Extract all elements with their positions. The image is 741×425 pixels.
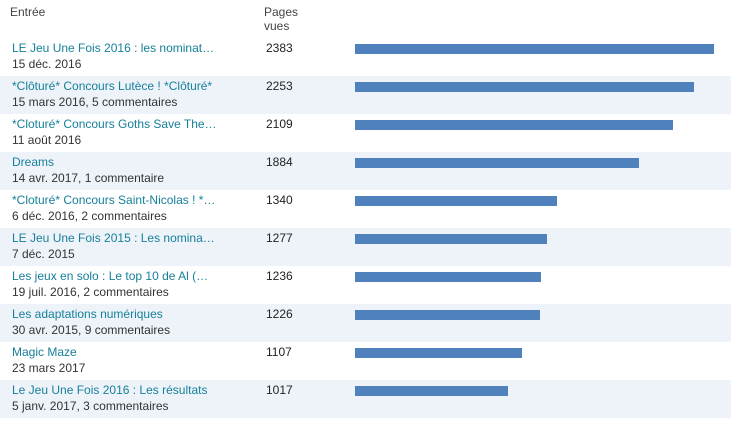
stats-table: LE Jeu Une Fois 2016 : les nominat… 15 dé… [0, 38, 731, 418]
table-row: LE Jeu Une Fois 2016 : les nominat… 15 dé… [0, 38, 731, 76]
post-meta: 7 déc. 2015 [12, 247, 75, 261]
pageviews-count: 2253 [266, 79, 293, 93]
pageviews-bar [355, 44, 714, 54]
table-row: Dreams 14 avr. 2017, 1 commentaire 1884 [0, 152, 731, 190]
pageviews-count: 2109 [266, 117, 293, 131]
post-meta: 15 mars 2016, 5 commentaires [12, 95, 178, 109]
post-title-link[interactable]: LE Jeu Une Fois 2015 : Les nomina… [12, 231, 215, 245]
post-meta: 11 août 2016 [12, 133, 82, 147]
table-row: *Cloturé* Concours Goths Save The… 11 aoû… [0, 114, 731, 152]
pageviews-bar [355, 272, 541, 282]
table-row: Les jeux en solo : Le top 10 de Al (… 19 … [0, 266, 731, 304]
post-title-link[interactable]: Le Jeu Une Fois 2016 : Les résultats [12, 383, 207, 397]
post-title-link[interactable]: Dreams [12, 155, 54, 169]
pageviews-bar [355, 386, 508, 396]
table-row: Magic Maze 23 mars 2017 1107 [0, 342, 731, 380]
post-meta: 30 avr. 2015, 9 commentaires [12, 323, 171, 337]
post-title-link[interactable]: *Cloturé* Concours Goths Save The… [12, 117, 217, 131]
pageviews-bar [355, 310, 540, 320]
pageviews-count: 1107 [266, 345, 292, 359]
pageviews-count: 1277 [266, 231, 293, 245]
column-header-entry: Entrée [10, 5, 46, 19]
post-meta: 14 avr. 2017, 1 commentaire [12, 171, 165, 185]
pageviews-bar [355, 158, 639, 168]
pageviews-count: 1017 [266, 383, 293, 397]
table-row: Les adaptations numériques 30 avr. 2015, … [0, 304, 731, 342]
post-meta: 23 mars 2017 [12, 361, 86, 375]
post-title-link[interactable]: Magic Maze [12, 345, 77, 359]
column-header-pageviews: Pages vues [264, 5, 299, 33]
post-title-link[interactable]: *Clôturé* Concours Lutèce ! *Clôturé* [12, 79, 212, 93]
pageviews-bar [355, 82, 694, 92]
post-meta: 5 janv. 2017, 3 commentaires [12, 399, 169, 413]
pageviews-count: 1226 [266, 307, 293, 321]
table-header: Entrée Pages vues [0, 0, 741, 38]
post-title-link[interactable]: Les adaptations numériques [12, 307, 163, 321]
pageviews-count: 1236 [266, 269, 293, 283]
post-meta: 15 déc. 2016 [12, 57, 82, 71]
pageviews-bar [355, 234, 547, 244]
post-meta: 6 déc. 2016, 2 commentaires [12, 209, 167, 223]
post-title-link[interactable]: *Cloturé* Concours Saint-Nicolas ! *… [12, 193, 215, 207]
pageviews-bar [355, 348, 522, 358]
post-meta: 19 juil. 2016, 2 commentaires [12, 285, 169, 299]
post-title-link[interactable]: LE Jeu Une Fois 2016 : les nominat… [12, 41, 214, 55]
pageviews-count: 1340 [266, 193, 293, 207]
table-row: Le Jeu Une Fois 2016 : Les résultats 5 ja… [0, 380, 731, 418]
post-title-link[interactable]: Les jeux en solo : Le top 10 de Al (… [12, 269, 208, 283]
pageviews-count: 2383 [266, 41, 293, 55]
table-row: LE Jeu Une Fois 2015 : Les nomina… 7 déc.… [0, 228, 731, 266]
pageviews-count: 1884 [266, 155, 293, 169]
pageviews-bar [355, 196, 557, 206]
table-row: *Clôturé* Concours Lutèce ! *Clôturé* 15 … [0, 76, 731, 114]
table-row: *Cloturé* Concours Saint-Nicolas ! *… 6 d… [0, 190, 731, 228]
pageviews-bar [355, 120, 673, 130]
